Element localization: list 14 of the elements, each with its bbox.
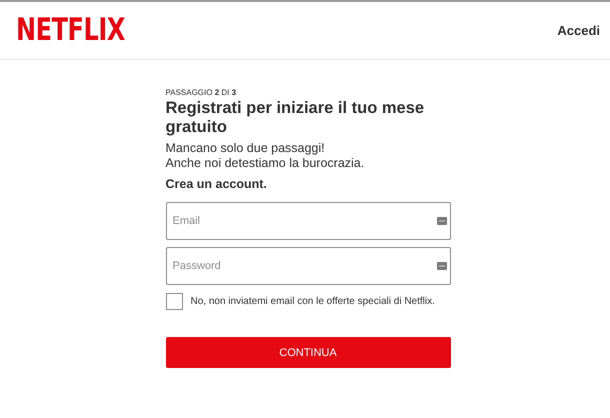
password-manager-icon[interactable] xyxy=(436,217,446,225)
opt-out-label: No, non inviatemi email con le offerte speciali di Netflix. xyxy=(190,296,435,307)
email-field[interactable]: Email xyxy=(166,202,450,240)
section-heading: Crea un account. xyxy=(166,177,268,191)
netflix-logo[interactable]: NETFLIX xyxy=(16,12,125,48)
subtitle-text: Mancano solo due passaggi! xyxy=(166,141,326,156)
form-title: Registrati per iniziare il tuo mese gratuito xyxy=(166,99,426,137)
continue-button[interactable]: CONTINUA xyxy=(166,337,450,368)
sign-in-link[interactable]: Accedi xyxy=(557,23,600,38)
opt-out-checkbox[interactable] xyxy=(166,293,182,310)
password-manager-icon[interactable] xyxy=(436,262,446,270)
password-field[interactable]: Password xyxy=(166,247,450,285)
subtitle-text: Anche noi detestiamo la burocrazia. xyxy=(166,156,366,171)
step-indicator: PASSAGGIO 2 DI 3 xyxy=(166,88,238,97)
